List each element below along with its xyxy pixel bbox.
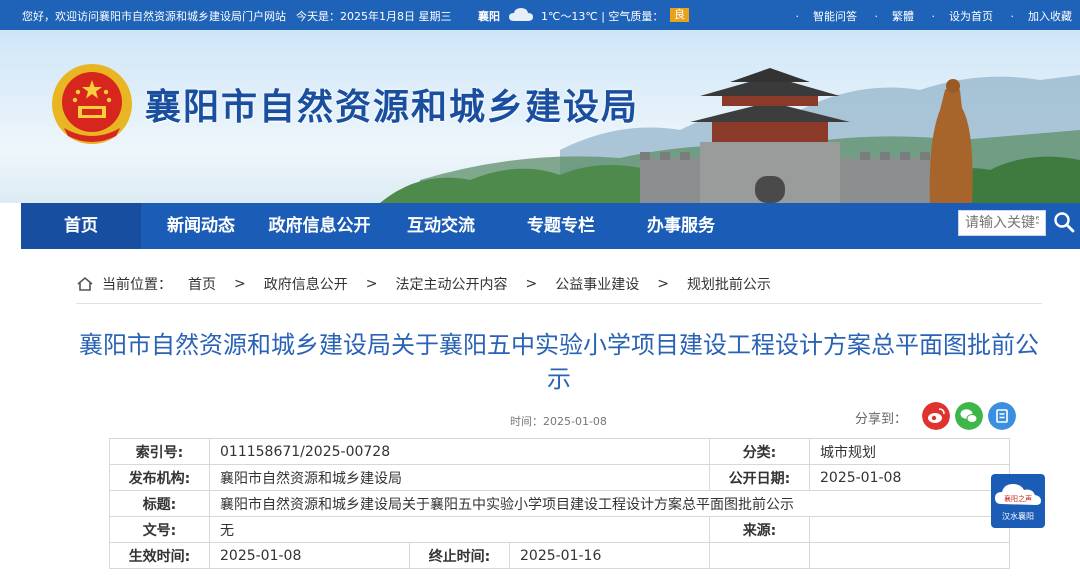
air-quality-label: 空气质量： bbox=[608, 10, 664, 23]
temperature-value: 1℃～13℃ bbox=[541, 10, 598, 23]
title-value: 襄阳市自然资源和城乡建设局关于襄阳五中实验小学项目建设工程设计方案总平面图批前公… bbox=[209, 490, 1010, 517]
home-icon bbox=[77, 276, 93, 291]
category-value: 城市规划 bbox=[809, 438, 1010, 465]
doc-no-label: 文号: bbox=[109, 516, 210, 543]
breadcrumb-gov-info[interactable]: 政府信息公开 bbox=[264, 274, 348, 294]
end-value: 2025-01-16 bbox=[509, 542, 710, 569]
link-smart-qa-label: 智能问答 bbox=[813, 10, 857, 23]
article-title: 襄阳市自然资源和城乡建设局关于襄阳五中实验小学项目建设工程设计方案总平面图批前公… bbox=[79, 331, 1039, 393]
welcome-message: 您好，欢迎访问襄阳市自然资源和城乡建设局门户网站 bbox=[22, 10, 286, 23]
publisher-label: 发布机构: bbox=[109, 464, 210, 491]
top-links: · 智能问答 · 繁體 · 设为首页 · 加入收藏 bbox=[782, 8, 1073, 24]
index-no-label: 索引号: bbox=[109, 438, 210, 465]
article-time: 时间：2025-01-08 bbox=[510, 415, 607, 428]
nav-special-topics[interactable]: 专题专栏 bbox=[511, 203, 611, 249]
breadcrumb-label: 当前位置： bbox=[102, 277, 172, 293]
link-set-homepage[interactable]: · 设为首页 bbox=[932, 10, 994, 23]
category-label: 分类: bbox=[709, 438, 810, 465]
weibo-share-icon[interactable] bbox=[922, 402, 950, 430]
pub-date-value: 2025-01-08 bbox=[809, 464, 1010, 491]
breadcrumb-separator: > bbox=[525, 276, 538, 292]
breadcrumb-separator: > bbox=[234, 276, 246, 292]
weather-temp: 1℃～13℃ | 空气质量： bbox=[541, 10, 664, 23]
nav-news[interactable]: 新闻动态 bbox=[151, 203, 251, 249]
end-label: 终止时间: bbox=[409, 542, 510, 569]
badge-line2: 汉水襄阳 bbox=[1002, 511, 1034, 521]
table-row: 索引号: 011158671/2025-00728 分类: 城市规划 bbox=[109, 438, 1010, 465]
empty-cell bbox=[809, 542, 1010, 569]
link-smart-qa[interactable]: · 智能问答 bbox=[796, 10, 858, 23]
welcome-text: 您好，欢迎访问襄阳市自然资源和城乡建设局门户网站 今天是：2025年1月8日 星期… bbox=[22, 8, 452, 24]
empty-cell bbox=[709, 542, 810, 569]
effective-label: 生效时间: bbox=[109, 542, 210, 569]
source-label: 来源: bbox=[709, 516, 810, 543]
link-set-homepage-label: 设为首页 bbox=[949, 10, 993, 23]
link-traditional-label: 繁體 bbox=[892, 10, 914, 23]
doc-no-value: 无 bbox=[209, 516, 710, 543]
breadcrumb-public-welfare[interactable]: 公益事业建设 bbox=[555, 274, 639, 294]
site-title: 襄阳市自然资源和城乡建设局 bbox=[145, 86, 640, 128]
breadcrumb-separator: > bbox=[657, 276, 669, 292]
main-nav: 首页 新闻动态 政府信息公开 互动交流 专题专栏 办事服务 bbox=[21, 203, 1080, 249]
table-row: 发布机构: 襄阳市自然资源和城乡建设局 公开日期: 2025-01-08 bbox=[109, 464, 1010, 491]
nav-services[interactable]: 办事服务 bbox=[631, 203, 731, 249]
breadcrumb-statutory-content[interactable]: 法定主动公开内容 bbox=[395, 274, 507, 294]
index-no-value: 011158671/2025-00728 bbox=[209, 438, 710, 465]
current-date: 今天是：2025年1月8日 星期三 bbox=[296, 10, 452, 23]
link-add-favorite-label: 加入收藏 bbox=[1028, 10, 1072, 23]
pub-date-label: 公开日期: bbox=[709, 464, 810, 491]
breadcrumb-divider bbox=[76, 303, 1042, 304]
xiangyang-voice-badge[interactable]: 襄阳之声 汉水襄阳 bbox=[991, 474, 1045, 528]
breadcrumb-home[interactable]: 首页 bbox=[188, 274, 216, 294]
search-icon[interactable] bbox=[1048, 206, 1080, 238]
publisher-value: 襄阳市自然资源和城乡建设局 bbox=[209, 464, 710, 491]
nav-gov-info[interactable]: 政府信息公开 bbox=[257, 203, 382, 249]
breadcrumb: 当前位置： 首页 > 政府信息公开 > 法定主动公开内容 > 公益事业建设 > … bbox=[76, 274, 771, 294]
air-quality-badge: 良 bbox=[670, 8, 689, 22]
site-banner: 襄阳市自然资源和城乡建设局 bbox=[0, 30, 1080, 203]
breadcrumb-separator: > bbox=[365, 276, 378, 292]
copy-link-share-icon[interactable] bbox=[988, 402, 1016, 430]
nav-home[interactable]: 首页 bbox=[21, 203, 141, 249]
top-bar: 您好，欢迎访问襄阳市自然资源和城乡建设局门户网站 今天是：2025年1月8日 星期… bbox=[0, 0, 1080, 30]
effective-value: 2025-01-08 bbox=[209, 542, 410, 569]
table-row: 生效时间: 2025-01-08 终止时间: 2025-01-16 bbox=[109, 542, 1010, 569]
table-row: 标题: 襄阳市自然资源和城乡建设局关于襄阳五中实验小学项目建设工程设计方案总平面… bbox=[109, 490, 1010, 517]
national-emblem-icon bbox=[52, 64, 132, 144]
search-input[interactable] bbox=[958, 210, 1046, 236]
nav-interaction[interactable]: 互动交流 bbox=[391, 203, 491, 249]
link-add-favorite[interactable]: · 加入收藏 bbox=[1011, 10, 1073, 23]
cloud-icon bbox=[509, 8, 533, 21]
breadcrumb-planning-notice[interactable]: 规划批前公示 bbox=[687, 274, 771, 294]
cloud-logo-icon: 襄阳之声 汉水襄阳 bbox=[995, 484, 1041, 521]
table-row: 文号: 无 来源: bbox=[109, 516, 1010, 543]
source-value bbox=[809, 516, 1010, 543]
link-traditional[interactable]: · 繁體 bbox=[875, 10, 915, 23]
share-label: 分享到： bbox=[855, 412, 908, 427]
weather-city: 襄阳 bbox=[478, 10, 500, 23]
document-meta-table: 索引号: 011158671/2025-00728 分类: 城市规划 发布机构:… bbox=[109, 438, 1010, 569]
badge-line1: 襄阳之声 bbox=[1004, 494, 1032, 503]
wechat-share-icon[interactable] bbox=[955, 402, 983, 430]
title-label: 标题: bbox=[109, 490, 210, 517]
